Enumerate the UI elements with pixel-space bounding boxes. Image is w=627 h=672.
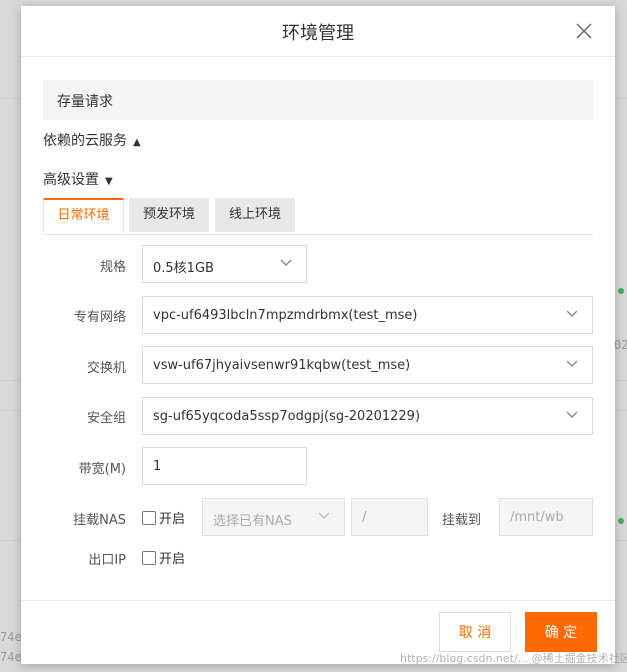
tab-pre[interactable]: 预发环境	[129, 198, 209, 232]
vpc-select[interactable]: vpc-uf6493lbcln7mpzmdrbmx(test_mse)	[142, 296, 593, 334]
egress-ip-label: 出口IP	[88, 553, 126, 568]
advanced-settings-toggle[interactable]: 高级设置 ▼	[43, 169, 113, 189]
caret-down-icon: ▼	[105, 176, 113, 187]
mount-to-label: 挂载到	[442, 513, 482, 528]
close-icon[interactable]	[573, 20, 595, 42]
dialog-title: 环境管理	[282, 23, 354, 44]
security-group-select[interactable]: sg-uf65yqcoda5ssp7odgpj(sg-20201229)	[142, 397, 593, 435]
nas-select-placeholder: 选择已有NAS	[213, 514, 292, 529]
spec-label: 规格	[99, 260, 126, 275]
bandwidth-input[interactable]: 1	[142, 447, 307, 485]
status-dot-icon	[618, 288, 624, 294]
security-group-label: 安全组	[86, 411, 126, 426]
vpc-value: vpc-uf6493lbcln7mpzmdrbmx(test_mse)	[153, 308, 418, 323]
cloud-services-toggle[interactable]: 依赖的云服务 ▲	[43, 130, 141, 150]
vswitch-select[interactable]: vsw-uf67jhyaivsenwr91kqbw(test_mse)	[142, 346, 593, 384]
section-title: 存量请求	[57, 94, 113, 110]
vswitch-label: 交换机	[86, 361, 126, 376]
bandwidth-label: 带宽(M)	[78, 462, 126, 477]
checkbox-icon	[142, 551, 156, 565]
mount-path-value: /mnt/wb	[510, 510, 564, 525]
vswitch-value: vsw-uf67jhyaivsenwr91kqbw(test_mse)	[153, 358, 411, 373]
caret-up-icon: ▲	[133, 137, 141, 148]
checkbox-icon	[142, 511, 156, 525]
watermark: https://blog.csdn.net/... @稀土掘金技术社区	[400, 652, 627, 665]
tab-daily[interactable]: 日常环境	[43, 198, 124, 234]
chevron-down-icon	[566, 411, 578, 418]
tab-online[interactable]: 线上环境	[215, 198, 295, 232]
chevron-down-icon	[566, 360, 578, 367]
mount-path-input[interactable]: /mnt/wb	[499, 498, 593, 536]
dialog-header: 环境管理	[21, 6, 615, 57]
confirm-button[interactable]: 确 定	[525, 612, 597, 652]
checkbox-label: 开启	[159, 552, 186, 567]
nas-path-input[interactable]: /	[351, 498, 428, 536]
egress-ip-enable-checkbox[interactable]: 开启	[142, 548, 185, 567]
vpc-label: 专有网络	[73, 310, 126, 325]
chevron-down-icon	[280, 259, 292, 266]
environment-tabs: 日常环境 预发环境 线上环境	[43, 198, 593, 235]
spec-select[interactable]: 0.5核1GB	[142, 245, 307, 283]
status-dot-icon	[618, 518, 624, 524]
storage-request-section: 存量请求	[43, 80, 593, 120]
toggle-label: 依赖的云服务	[43, 133, 127, 149]
nas-enable-checkbox[interactable]: 开启	[142, 508, 185, 527]
nas-path-value: /	[362, 510, 367, 525]
spec-value: 0.5核1GB	[153, 261, 214, 276]
nas-select[interactable]: 选择已有NAS	[202, 498, 345, 536]
nas-label: 挂载NAS	[73, 513, 126, 528]
cancel-button[interactable]: 取 消	[439, 612, 511, 652]
bandwidth-value: 1	[153, 459, 162, 474]
security-group-value: sg-uf65yqcoda5ssp7odgpj(sg-20201229)	[153, 409, 421, 424]
chevron-down-icon	[566, 310, 578, 317]
environment-dialog: 环境管理 存量请求 依赖的云服务 ▲ 高级设置 ▼ 日常环境 预发环境 线上环境 规…	[21, 6, 615, 664]
background-text: 020	[614, 338, 627, 352]
checkbox-label: 开启	[159, 512, 186, 527]
toggle-label: 高级设置	[43, 172, 99, 188]
chevron-down-icon	[318, 512, 330, 519]
